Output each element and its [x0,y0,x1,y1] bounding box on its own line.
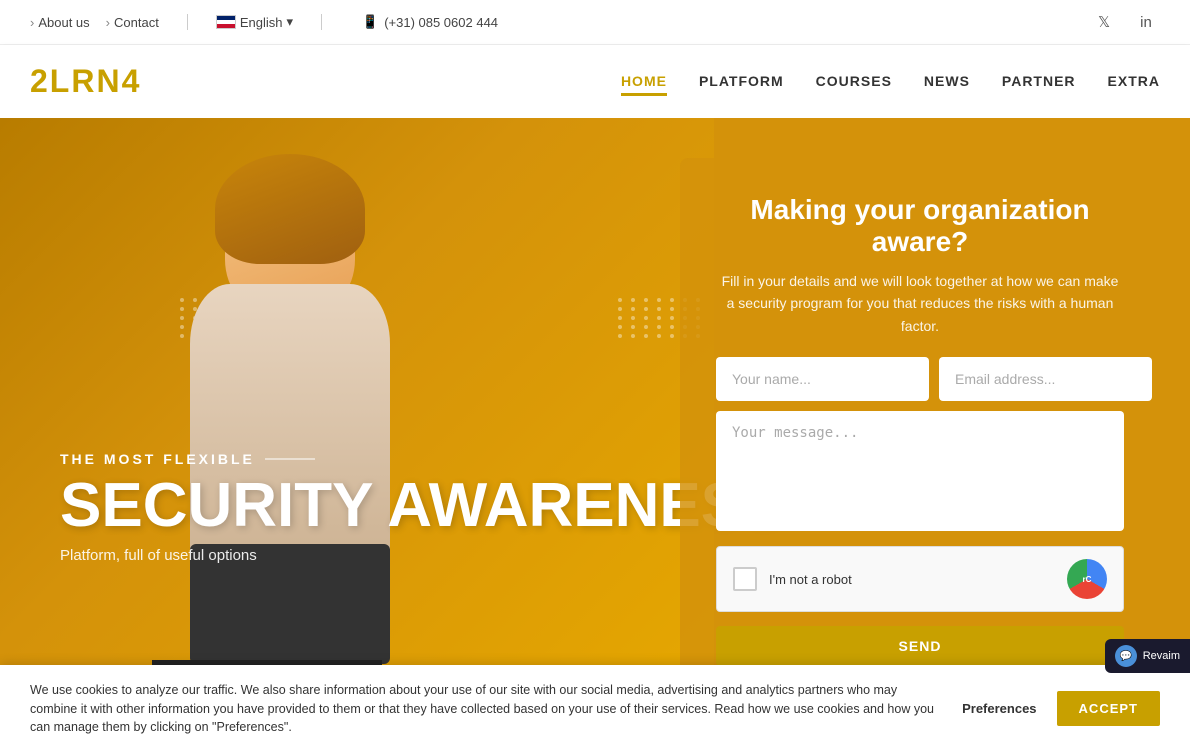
recaptcha-label: I'm not a robot [769,572,1055,587]
form-name-email-row [716,357,1124,401]
form-description: Fill in your details and we will look to… [716,270,1124,337]
social-links: 𝕏 in [1090,8,1160,36]
accept-button[interactable]: ACCEPT [1057,691,1160,726]
recaptcha-widget[interactable]: I'm not a robot rC [716,546,1124,612]
preferences-button[interactable]: Preferences [962,701,1036,716]
divider2 [321,14,322,30]
hero-subtitle: THE MOST FLEXIBLE [60,451,783,467]
email-input[interactable] [939,357,1152,401]
nav-links: HOME PLATFORM COURSES NEWS PARTNER EXTRA [621,73,1160,91]
top-bar-left: About us Contact English ▾ 📱 (+31) 085 0… [30,14,498,30]
contact-form-card: Making your organization aware? Fill in … [680,158,1160,690]
nav-link-home[interactable]: HOME [621,73,667,96]
nav-link-courses[interactable]: COURSES [816,73,892,93]
hero-title: SECURITY AWARENESS [60,475,783,537]
phone-icon: 📱 [362,14,378,30]
name-input[interactable] [716,357,929,401]
message-input[interactable] [716,411,1124,531]
nav-item-platform[interactable]: PLATFORM [699,73,784,91]
hero-text: THE MOST FLEXIBLE SECURITY AWARENESS Pla… [60,451,783,564]
revaim-label: Revaim [1143,650,1180,662]
nav-item-courses[interactable]: COURSES [816,73,892,91]
hero-title-text: SECURITY AWARENESS [60,471,783,540]
nav-link-news[interactable]: NEWS [924,73,970,93]
divider [187,14,188,30]
contact-link[interactable]: Contact [106,15,159,30]
language-label: English [240,15,283,30]
twitter-icon[interactable]: 𝕏 [1090,8,1118,36]
hero-person-area [80,144,500,724]
nav-item-news[interactable]: NEWS [924,73,970,91]
cookie-banner: We use cookies to analyze our traffic. W… [0,665,1190,753]
nav-item-partner[interactable]: PARTNER [1002,73,1076,91]
phone-number: (+31) 085 0602 444 [384,15,498,30]
cookie-text: We use cookies to analyze our traffic. W… [30,681,942,737]
hero-section: THE MOST FLEXIBLE SECURITY AWARENESS Pla… [0,118,1190,724]
recaptcha-checkbox[interactable] [733,567,757,591]
person-silhouette [120,164,460,724]
phone-display: 📱 (+31) 085 0602 444 [362,14,498,30]
hero-tagline: Platform, full of useful options [60,547,783,564]
navbar: 2LRN4 HOME PLATFORM COURSES NEWS PARTNER… [0,45,1190,118]
revaim-badge[interactable]: 💬 Revaim [1105,639,1190,673]
top-bar: About us Contact English ▾ 📱 (+31) 085 0… [0,0,1190,45]
recaptcha-logo: rC [1067,559,1107,599]
send-button[interactable]: Send [716,626,1124,666]
revaim-icon: 💬 [1115,645,1137,667]
language-selector[interactable]: English ▾ [216,14,293,30]
logo[interactable]: 2LRN4 [30,63,141,100]
flag-icon [216,15,236,29]
form-heading: Making your organization aware? [716,194,1124,258]
nav-link-extra[interactable]: EXTRA [1108,73,1160,93]
nav-link-partner[interactable]: PARTNER [1002,73,1076,93]
nav-item-extra[interactable]: EXTRA [1108,73,1160,91]
hero-background [0,118,714,724]
nav-item-home[interactable]: HOME [621,73,667,91]
chevron-down-icon: ▾ [286,14,293,30]
about-link[interactable]: About us [30,15,90,30]
linkedin-icon[interactable]: in [1132,8,1160,36]
nav-link-platform[interactable]: PLATFORM [699,73,784,93]
